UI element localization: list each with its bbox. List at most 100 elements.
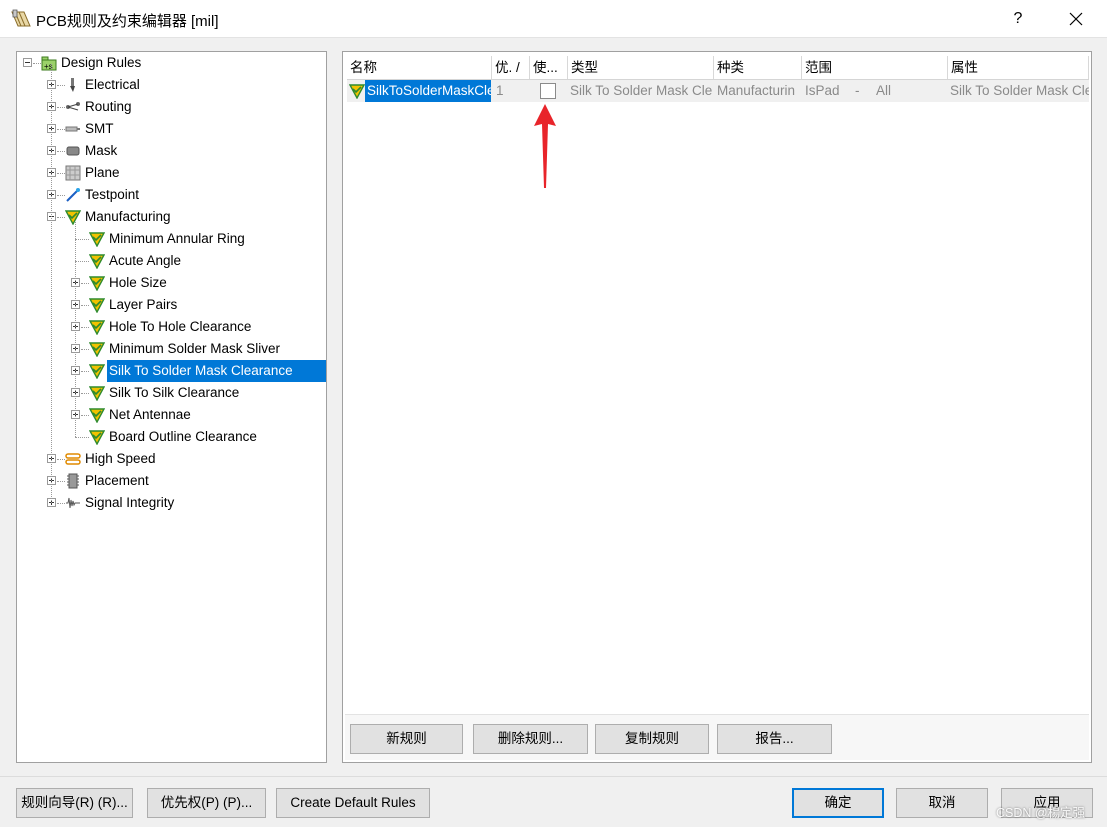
tree-node-smt[interactable]: SMT <box>17 118 326 140</box>
rule-icon <box>89 254 105 269</box>
tree-node-label: SMT <box>85 121 114 136</box>
tree-node-acute-angle[interactable]: Acute Angle <box>17 250 326 272</box>
rule-icon <box>89 276 105 291</box>
tree-node-label: Hole To Hole Clearance <box>109 319 252 334</box>
tree-node-label: Minimum Solder Mask Sliver <box>109 341 281 356</box>
create-default-rules-button[interactable]: Create Default Rules <box>276 788 430 818</box>
tree-node-minimum-solder-mask-sliver[interactable]: Minimum Solder Mask Sliver <box>17 338 326 360</box>
column-header-enabled[interactable]: 使... <box>530 56 568 79</box>
cell-scope-separator: - <box>855 83 860 98</box>
collapse-icon[interactable] <box>23 58 32 67</box>
priority-button[interactable]: 优先权(P) (P)... <box>147 788 266 818</box>
new-rule-button[interactable]: 新规则 <box>350 724 463 754</box>
window-title: PCB规则及约束编辑器 [mil] <box>36 13 219 30</box>
rule-icon <box>89 408 105 423</box>
tree-node-label: Board Outline Clearance <box>109 429 257 444</box>
tree-node-label: Signal Integrity <box>85 495 175 510</box>
red-arrow-annotation-icon <box>534 104 556 188</box>
tree-node-minimum-annular-ring[interactable]: Minimum Annular Ring <box>17 228 326 250</box>
cell-category: Manufacturin <box>717 83 796 98</box>
pcb-rules-app-icon <box>11 9 31 27</box>
rule-icon <box>89 386 105 401</box>
watermark: CSDN @楊定强 <box>996 806 1086 820</box>
rules-grid-panel: 名称 优. / 使... 类型 种类 范围 属性 SilkToSolderMaskCle 1… <box>342 51 1092 763</box>
rule-icon <box>89 298 105 313</box>
rule-icon <box>89 320 105 335</box>
help-button[interactable]: ? <box>994 2 1042 36</box>
electrical-icon <box>70 78 75 92</box>
tree-node-label: Silk To Silk Clearance <box>109 385 240 400</box>
signal-integrity-icon <box>66 497 80 509</box>
dialog-footer: 规则向导(R) (R)... 优先权(P) (P)... Create Defa… <box>0 776 1107 827</box>
tree-node-label: Design Rules <box>61 55 142 70</box>
close-icon[interactable] <box>1051 2 1101 36</box>
column-header-scope[interactable]: 范围 <box>802 56 948 79</box>
high-speed-icon <box>65 453 81 465</box>
plane-icon <box>65 165 81 181</box>
tree-node-placement[interactable]: Placement <box>17 470 326 492</box>
rule-icon <box>349 84 365 99</box>
cell-priority: 1 <box>496 83 504 98</box>
tree-connector <box>75 222 76 437</box>
column-header-name[interactable]: 名称 <box>347 56 492 79</box>
placement-icon <box>67 473 79 489</box>
tree-node-layer-pairs[interactable]: Layer Pairs <box>17 294 326 316</box>
rules-tree[interactable]: +s Design Rules Electrical Routing SMT Mask Pl… <box>16 51 327 763</box>
tree-node-routing[interactable]: Routing <box>17 96 326 118</box>
tree-node-label: Placement <box>85 473 149 488</box>
ok-button[interactable]: 确定 <box>792 788 884 818</box>
grid-header: 名称 优. / 使... 类型 种类 范围 属性 <box>347 56 1089 80</box>
routing-icon <box>66 102 80 111</box>
table-row[interactable]: SilkToSolderMaskCle 1 Silk To Solder Mas… <box>347 80 1089 102</box>
tree-node-mask[interactable]: Mask <box>17 140 326 162</box>
enabled-checkbox[interactable] <box>540 83 556 99</box>
smt-icon <box>65 126 80 132</box>
tree-node-label: Plane <box>85 165 120 180</box>
tree-node-board-outline-clearance[interactable]: Board Outline Clearance <box>17 426 326 448</box>
tree-node-label: Minimum Annular Ring <box>109 231 245 246</box>
column-header-priority[interactable]: 优. / <box>492 56 530 79</box>
grid-button-bar: 新规则 删除规则... 复制规则 报告... <box>345 714 1089 760</box>
column-header-type[interactable]: 类型 <box>568 56 714 79</box>
tree-node-label: Acute Angle <box>109 253 182 268</box>
tree-node-label: Testpoint <box>85 187 140 202</box>
rule-wizard-button[interactable]: 规则向导(R) (R)... <box>16 788 133 818</box>
cancel-button[interactable]: 取消 <box>896 788 988 818</box>
rule-icon <box>89 364 105 379</box>
tree-node-testpoint[interactable]: Testpoint <box>17 184 326 206</box>
tree-node-label: Net Antennae <box>109 407 191 422</box>
tree-node-label: Mask <box>85 143 118 158</box>
copy-rule-button[interactable]: 复制规则 <box>595 724 709 754</box>
tree-node-label: Layer Pairs <box>109 297 178 312</box>
tree-node-manufacturing[interactable]: Manufacturing <box>17 206 326 228</box>
mask-icon <box>66 146 80 156</box>
tree-node-label: Hole Size <box>109 275 167 290</box>
tree-node-net-antennae[interactable]: Net Antennae <box>17 404 326 426</box>
tree-node-high-speed[interactable]: High Speed <box>17 448 326 470</box>
cell-scope: IsPad <box>805 83 840 98</box>
cell-name[interactable]: SilkToSolderMaskCle <box>365 80 491 102</box>
column-header-attributes[interactable]: 属性 <box>948 56 1089 79</box>
rule-icon <box>89 430 105 445</box>
tree-node-signal-integrity[interactable]: Signal Integrity <box>17 492 326 514</box>
tree-node-silk-to-solder-mask-clearance[interactable]: Silk To Solder Mask Clearance <box>17 360 326 382</box>
cell-scope-second: All <box>876 83 892 98</box>
tree-node-plane[interactable]: Plane <box>17 162 326 184</box>
title-bar: PCB规则及约束编辑器 [mil] ? <box>0 0 1107 38</box>
design-rules-icon: +s <box>41 56 57 71</box>
tree-node-label: Routing <box>85 99 132 114</box>
manufacturing-icon <box>65 210 81 225</box>
cell-attributes: Silk To Solder Mask Cle <box>950 83 1089 98</box>
column-header-category[interactable]: 种类 <box>714 56 802 79</box>
rule-icon <box>89 342 105 357</box>
tree-connector <box>51 64 52 503</box>
report-button[interactable]: 报告... <box>717 724 832 754</box>
tree-node-hole-size[interactable]: Hole Size <box>17 272 326 294</box>
cell-type: Silk To Solder Mask Cle <box>570 83 713 98</box>
tree-node-design-rules[interactable]: +s Design Rules <box>17 52 326 74</box>
tree-node-silk-to-silk-clearance[interactable]: Silk To Silk Clearance <box>17 382 326 404</box>
delete-rule-button[interactable]: 删除规则... <box>473 724 588 754</box>
tree-node-electrical[interactable]: Electrical <box>17 74 326 96</box>
tree-node-hole-to-hole-clearance[interactable]: Hole To Hole Clearance <box>17 316 326 338</box>
tree-node-label: Manufacturing <box>85 209 171 224</box>
